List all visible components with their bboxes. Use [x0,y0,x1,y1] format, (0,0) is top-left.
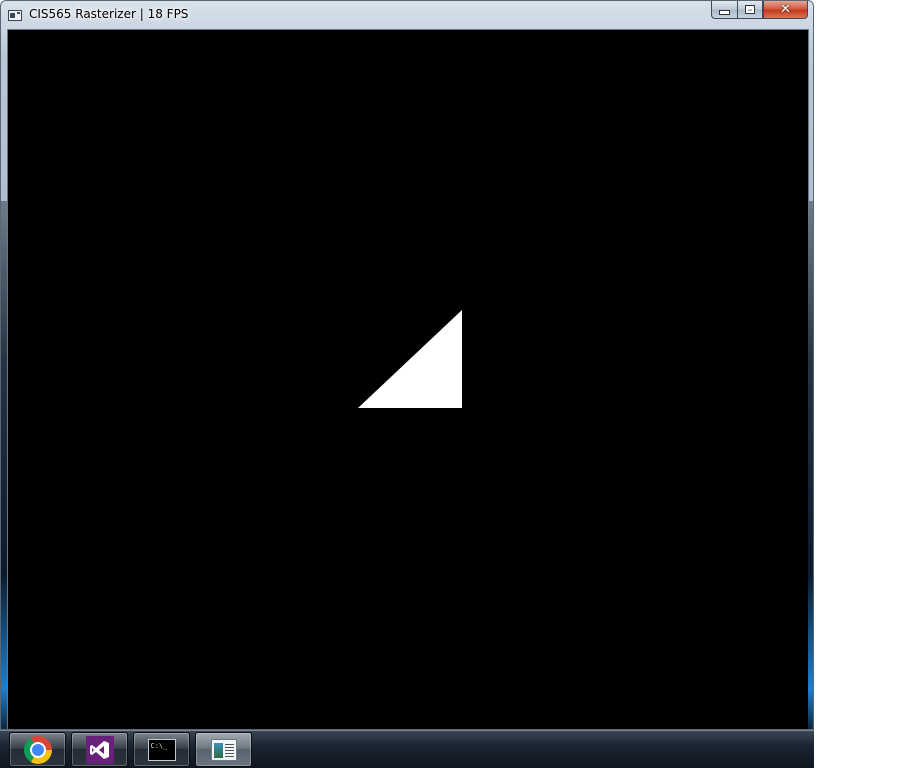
window-app-icon [210,738,237,761]
taskbar-item-command-prompt[interactable]: C:\_ [133,732,190,767]
taskbar: C:\_ [0,730,814,768]
chrome-icon [23,735,52,764]
render-canvas[interactable] [7,29,809,729]
render-surface [358,310,462,408]
minimize-button[interactable] [711,1,737,19]
rendered-triangle [358,310,462,408]
maximize-icon [745,5,755,14]
rasterizer-window[interactable]: CIS565 Rasterizer | 18 FPS ✕ [0,0,814,730]
taskbar-item-chrome[interactable] [9,732,66,767]
close-icon: ✕ [780,2,791,17]
taskbar-item-visual-studio[interactable] [71,732,128,767]
maximize-button[interactable] [737,1,763,19]
caption-buttons: ✕ [711,1,808,21]
title-bar[interactable]: CIS565 Rasterizer | 18 FPS ✕ [1,1,813,29]
window-title: CIS565 Rasterizer | 18 FPS [29,7,189,21]
command-prompt-icon: C:\_ [147,738,176,761]
visual-studio-icon [85,735,114,764]
close-button[interactable]: ✕ [763,1,808,19]
window-app-icon[interactable] [8,10,22,21]
minimize-icon [719,10,730,15]
taskbar-item-rasterizer-window[interactable] [195,732,252,767]
